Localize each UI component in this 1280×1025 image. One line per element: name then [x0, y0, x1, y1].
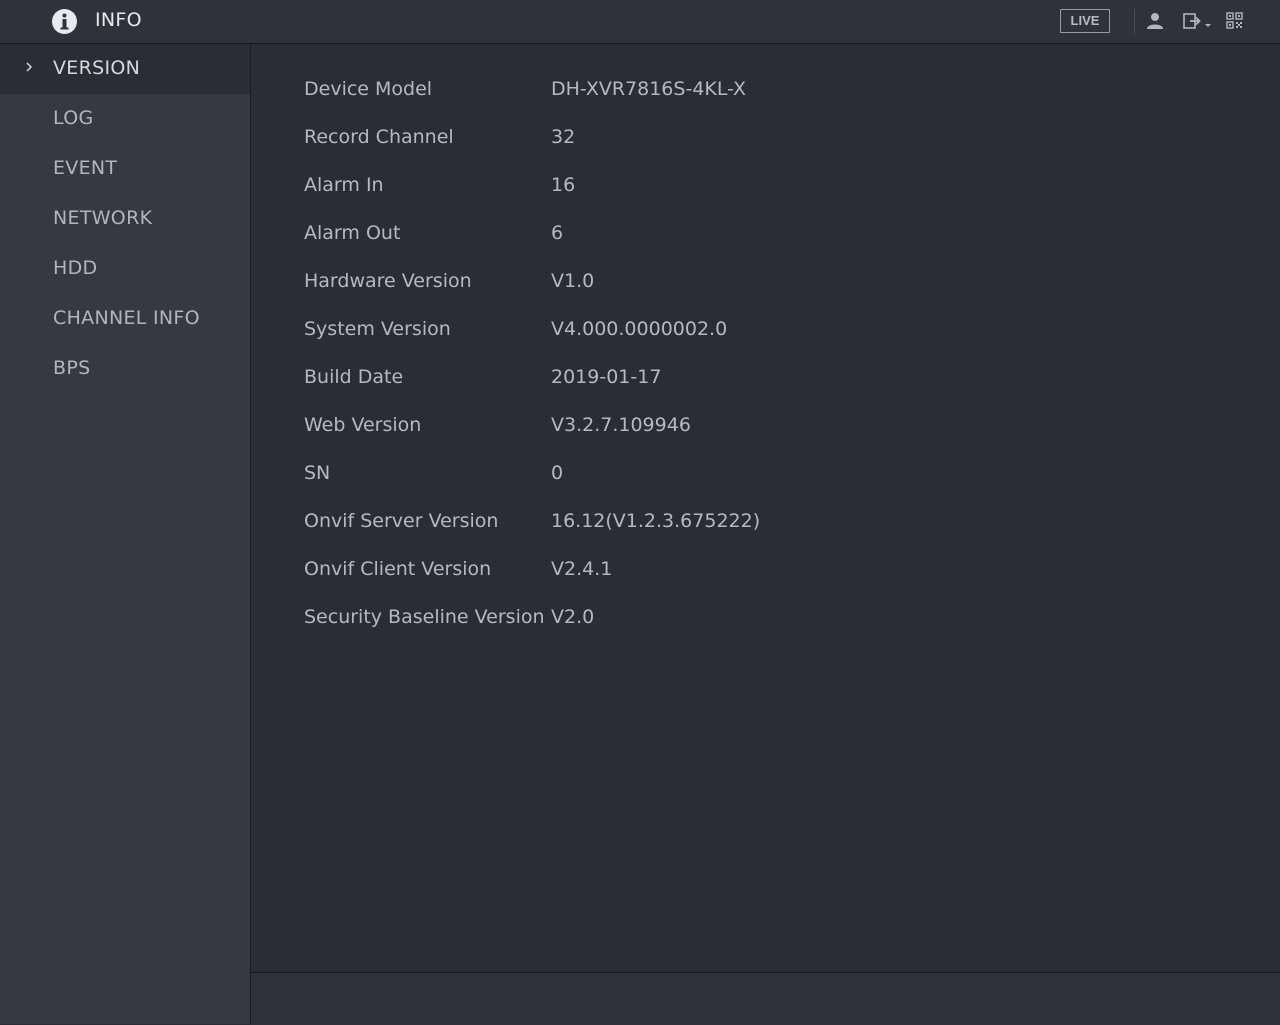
user-icon[interactable]: [1146, 11, 1164, 31]
info-row-web-version: Web Version V3.2.7.109946: [304, 414, 1004, 444]
info-label: System Version: [304, 318, 451, 340]
info-row-build-date: Build Date 2019-01-17: [304, 366, 1004, 396]
info-label: Onvif Server Version: [304, 510, 499, 532]
info-row-device-model: Device Model DH-XVR7816S-4KL-X: [304, 78, 1004, 108]
topbar-divider: [1134, 9, 1135, 35]
sidebar-item-hdd[interactable]: HDD: [0, 244, 250, 294]
info-row-alarm-in: Alarm In 16: [304, 174, 1004, 204]
info-value: 0: [551, 462, 564, 484]
info-row-sn: SN 0: [304, 462, 1004, 492]
sidebar-item-label: NETWORK: [53, 207, 153, 229]
info-value: 6: [551, 222, 564, 244]
sidebar-item-label: HDD: [53, 257, 98, 279]
info-value: V2.0: [551, 606, 595, 628]
sidebar-item-label: CHANNEL INFO: [53, 307, 200, 329]
sidebar-item-label: LOG: [53, 107, 94, 129]
sidebar-item-channel-info[interactable]: CHANNEL INFO: [0, 294, 250, 344]
sidebar-item-label: EVENT: [53, 157, 118, 179]
info-value: V2.4.1: [551, 558, 613, 580]
live-button[interactable]: LIVE: [1060, 9, 1110, 33]
info-label: SN: [304, 462, 331, 484]
info-label: Security Baseline Version: [304, 606, 545, 628]
sidebar: VERSION LOG EVENT NETWORK HDD CHANNEL IN…: [0, 44, 251, 1024]
info-value: 16.12(V1.2.3.675222): [551, 510, 761, 532]
sidebar-item-label: BPS: [53, 357, 91, 379]
sidebar-item-log[interactable]: LOG: [0, 94, 250, 144]
logout-icon[interactable]: [1183, 11, 1213, 31]
info-icon: [52, 9, 77, 34]
info-value: V3.2.7.109946: [551, 414, 691, 436]
info-row-record-channel: Record Channel 32: [304, 126, 1004, 156]
info-label: Onvif Client Version: [304, 558, 492, 580]
top-bar: INFO LIVE: [0, 0, 1280, 44]
info-label: Hardware Version: [304, 270, 472, 292]
qr-code-icon[interactable]: [1226, 11, 1243, 31]
info-label: Build Date: [304, 366, 404, 388]
info-label: Web Version: [304, 414, 422, 436]
sidebar-item-network[interactable]: NETWORK: [0, 194, 250, 244]
info-label: Device Model: [304, 78, 433, 100]
page-title: INFO: [95, 9, 142, 31]
version-panel: Device Model DH-XVR7816S-4KL-X Record Ch…: [251, 44, 1280, 972]
info-row-onvif-server-version: Onvif Server Version 16.12(V1.2.3.675222…: [304, 510, 1004, 540]
info-value: V1.0: [551, 270, 595, 292]
info-row-security-baseline-version: Security Baseline Version V2.0: [304, 606, 1004, 636]
sidebar-item-event[interactable]: EVENT: [0, 144, 250, 194]
info-row-alarm-out: Alarm Out 6: [304, 222, 1004, 252]
sidebar-item-version[interactable]: VERSION: [0, 44, 250, 94]
info-value: 2019-01-17: [551, 366, 662, 388]
info-row-hardware-version: Hardware Version V1.0: [304, 270, 1004, 300]
info-label: Alarm Out: [304, 222, 401, 244]
info-value: V4.000.0000002.0: [551, 318, 728, 340]
info-value: DH-XVR7816S-4KL-X: [551, 78, 747, 100]
sidebar-item-label: VERSION: [53, 57, 141, 79]
sidebar-item-bps[interactable]: BPS: [0, 344, 250, 394]
info-value: 32: [551, 126, 576, 148]
info-row-system-version: System Version V4.000.0000002.0: [304, 318, 1004, 348]
info-label: Alarm In: [304, 174, 384, 196]
bottom-bar: [251, 972, 1280, 1025]
info-row-onvif-client-version: Onvif Client Version V2.4.1: [304, 558, 1004, 588]
info-value: 16: [551, 174, 576, 196]
chevron-right-icon: [26, 62, 33, 72]
info-label: Record Channel: [304, 126, 454, 148]
